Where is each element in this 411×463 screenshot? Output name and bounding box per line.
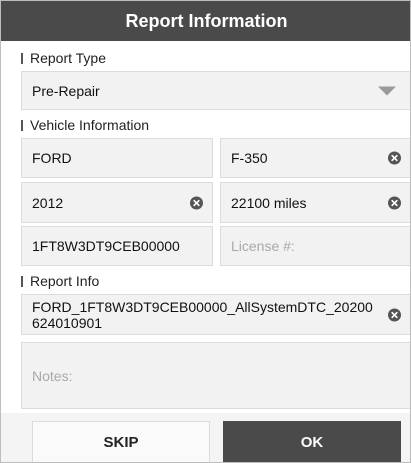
report-filename-field[interactable]: FORD_1FT8W3DT9CEB00000_AllSystemDTC_2020… [21, 294, 410, 335]
section-marker [21, 275, 23, 287]
dialog-title: Report Information [125, 10, 288, 31]
notes-placeholder: Notes: [32, 367, 73, 384]
vehicle-info-section-label: Vehicle Information [21, 117, 149, 133]
clear-icon[interactable] [388, 308, 401, 321]
report-information-dialog: Report Information Report Type Pre-Repai… [0, 0, 411, 463]
make-field[interactable]: FORD [21, 138, 213, 178]
vin-field[interactable]: 1FT8W3DT9CEB00000 [21, 226, 213, 266]
report-type-dropdown[interactable]: Pre-Repair [21, 71, 410, 110]
report-type-value: Pre-Repair [32, 82, 100, 99]
clear-icon[interactable] [388, 151, 401, 165]
ok-button[interactable]: OK [223, 421, 401, 462]
license-field[interactable]: License #: [220, 226, 410, 266]
notes-field[interactable]: Notes: [21, 342, 410, 409]
section-marker [21, 119, 23, 131]
dialog-title-bar: Report Information [1, 1, 410, 41]
skip-button-label: SKIP [103, 434, 139, 451]
report-filename-value: FORD_1FT8W3DT9CEB00000_AllSystemDTC_2020… [32, 298, 373, 331]
model-field[interactable]: F-350 [220, 138, 410, 178]
report-info-section-label: Report Info [21, 273, 99, 289]
ok-button-label: OK [300, 434, 324, 451]
license-placeholder: License #: [231, 238, 295, 254]
skip-button[interactable]: SKIP [32, 421, 210, 462]
mileage-field[interactable]: 22100 miles [220, 182, 410, 223]
model-value: F-350 [231, 150, 268, 166]
year-field[interactable]: 2012 [21, 182, 213, 223]
report-info-label: Report Info [30, 273, 100, 289]
vin-value: 1FT8W3DT9CEB00000 [32, 238, 180, 254]
mileage-value: 22100 miles [231, 194, 307, 211]
make-value: FORD [32, 150, 72, 166]
report-type-section-label: Report Type [21, 50, 106, 66]
dropdown-caret-icon [378, 86, 396, 95]
report-type-label: Report Type [30, 50, 107, 66]
year-value: 2012 [32, 194, 64, 211]
vehicle-info-label: Vehicle Information [30, 117, 150, 133]
section-marker [21, 52, 23, 64]
clear-icon[interactable] [190, 196, 203, 209]
clear-icon[interactable] [388, 196, 401, 209]
